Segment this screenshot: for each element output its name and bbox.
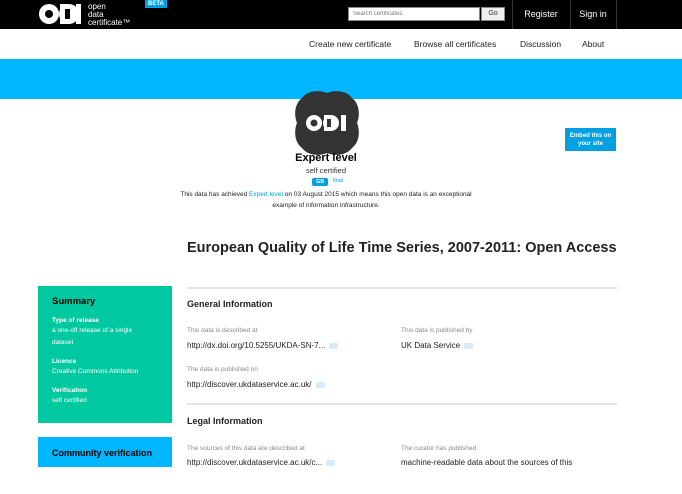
top-bar: open data certificate™ BETA Go Register … [0, 0, 682, 29]
comment-icon[interactable] [464, 342, 474, 349]
divider [187, 403, 617, 405]
beta-badge: BETA [145, 0, 167, 8]
divider [616, 0, 617, 29]
published-on-label: The data is published on [187, 366, 258, 373]
certification-status: self certified [305, 166, 347, 175]
sign-in-link[interactable]: Sign in [570, 0, 616, 29]
logo-text: open data certificate™ [88, 2, 131, 27]
nav-discussion[interactable]: Discussion [520, 39, 561, 49]
expert-level-link[interactable]: Expert level [249, 191, 283, 198]
licence-label: Licence [52, 358, 77, 365]
sources-label: The sources of this data are described a… [187, 445, 305, 452]
divider [187, 287, 617, 289]
curator-value: machine-readable data about the sources … [401, 458, 573, 467]
summary-panel: Summary Type of release a one-off releas… [38, 286, 172, 423]
odi-logo-icon[interactable] [38, 3, 82, 25]
sources-value: http://discover.ukdataservice.ac.uk/c... [187, 458, 336, 467]
certificate-level: Expert level [295, 152, 357, 164]
published-on-value: http://discover.ukdataservice.ac.uk/ [187, 380, 325, 389]
comment-icon[interactable] [329, 342, 339, 349]
comment-icon[interactable] [326, 459, 336, 466]
dataset-title: European Quality of Life Time Series, 20… [187, 240, 617, 256]
main-nav: Create new certificate Browse all certif… [0, 29, 682, 59]
embed-button[interactable]: Embed this on your site [565, 128, 616, 151]
publisher-value: UK Data Service [401, 341, 474, 350]
certificate-state: final [333, 178, 344, 184]
jurisdiction-badge: GB [312, 178, 329, 186]
general-info-heading: General Information [187, 299, 273, 309]
nav-about[interactable]: About [582, 39, 604, 49]
described-value: http://dx.doi.org/10.5255/UKDA-SN-7... [187, 341, 339, 350]
nav-browse-certificates[interactable]: Browse all certificates [414, 39, 496, 49]
achievement-text: This data has achieved Expert level on 0… [180, 191, 472, 209]
verification-value: self certified [52, 397, 87, 404]
verification-label: Verification [52, 387, 88, 394]
curator-label: The curator has published [401, 445, 477, 452]
community-verification-panel[interactable]: Community verification [38, 437, 172, 467]
release-type-label: Type of release [52, 317, 99, 324]
comment-icon[interactable] [315, 381, 325, 388]
search-button[interactable]: Go [481, 7, 505, 21]
publisher-label: This data is published by [401, 327, 473, 334]
certificate-badge-icon [295, 91, 359, 155]
search-input[interactable] [348, 7, 480, 21]
legal-info-heading: Legal Information [187, 416, 263, 426]
register-link[interactable]: Register [512, 0, 570, 29]
licence-value[interactable]: Creative Commons Attribution [52, 366, 172, 378]
summary-heading: Summary [52, 296, 96, 307]
described-label: This data is described at [187, 327, 258, 334]
nav-create-certificate[interactable]: Create new certificate [309, 39, 391, 49]
release-type-value: a one-off release of a single dataset [52, 327, 133, 346]
